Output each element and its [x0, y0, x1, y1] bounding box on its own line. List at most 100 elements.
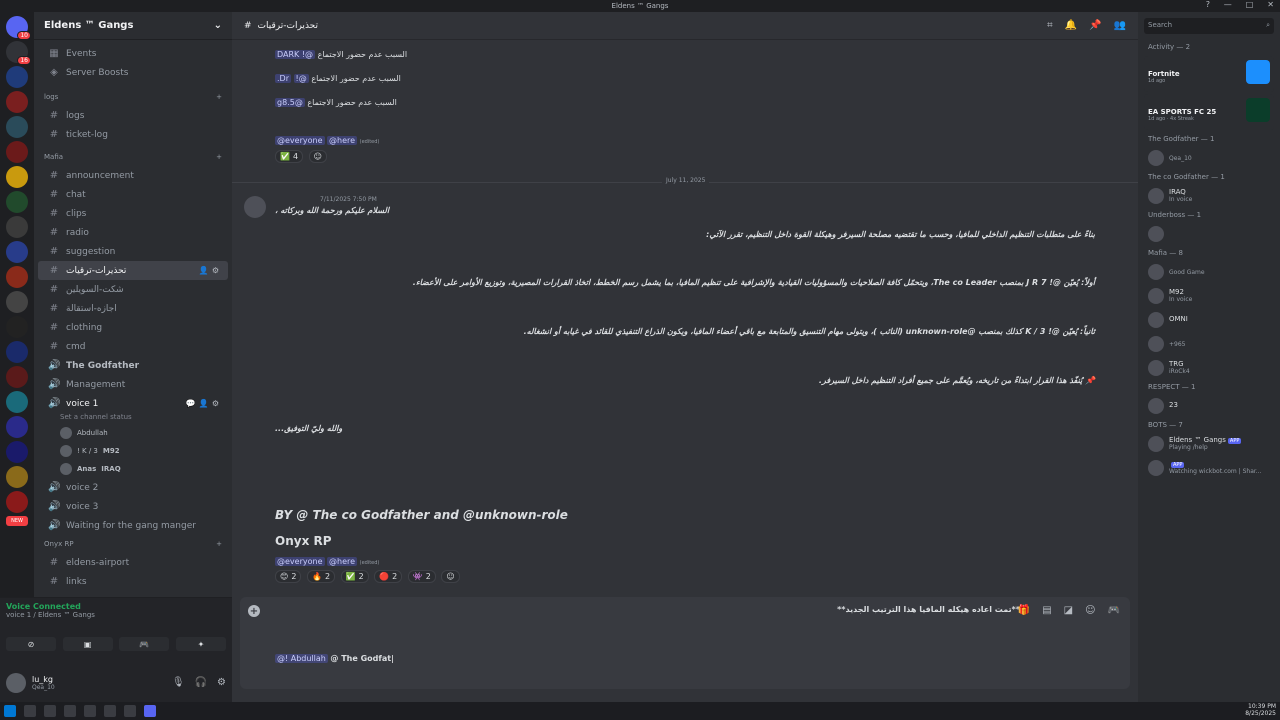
- activity-icon[interactable]: 🎮: [119, 637, 170, 651]
- channel-active[interactable]: # تحذيرات-ترقيات 👤⚙: [38, 261, 228, 280]
- voice-tools-icon[interactable]: 💬👤⚙: [186, 399, 222, 408]
- screen-share-icon[interactable]: ▣: [62, 637, 113, 651]
- category-logs[interactable]: logs +: [34, 88, 232, 106]
- channel-clothing[interactable]: # clothing: [38, 318, 228, 337]
- channel-logs[interactable]: # logs: [38, 106, 228, 125]
- avatar[interactable]: [6, 672, 26, 693]
- voice-management[interactable]: 🔊 Management: [38, 375, 228, 394]
- server-icon[interactable]: [6, 91, 28, 113]
- category-onyx[interactable]: Onyx RP +: [34, 535, 232, 553]
- channel-clips[interactable]: # clips: [38, 204, 228, 223]
- reaction[interactable]: 👾 2: [407, 570, 436, 583]
- server-icon[interactable]: [6, 441, 28, 463]
- start-icon[interactable]: [4, 705, 16, 717]
- channel-cmd[interactable]: # cmd: [38, 337, 228, 356]
- threads-icon[interactable]: ⌗: [1047, 20, 1053, 31]
- activity-card[interactable]: EA SPORTS FC 25 1d ago · 4x Streak: [1144, 94, 1274, 130]
- plus-icon[interactable]: +: [248, 605, 260, 617]
- voice-waiting[interactable]: 🔊 Waiting for the gang manger: [38, 516, 228, 535]
- emoji-icon[interactable]: ☺: [1085, 605, 1095, 616]
- everyone-mention[interactable]: @everyone: [275, 557, 325, 566]
- mention[interactable]: @! Abdullah: [275, 654, 328, 663]
- server-icon[interactable]: [6, 241, 28, 263]
- events-item[interactable]: ▦ Events: [38, 44, 228, 63]
- maximize-icon[interactable]: □: [1246, 0, 1254, 9]
- microphone-icon[interactable]: 🎙: [172, 677, 185, 688]
- channel-item[interactable]: # اجازه-استقالة: [38, 299, 228, 318]
- voice-user[interactable]: Abdullah: [34, 424, 232, 442]
- server-icon[interactable]: [6, 116, 28, 138]
- channel-status[interactable]: Set a channel status: [34, 413, 232, 424]
- taskbar-app-icon[interactable]: [64, 705, 76, 717]
- search-input[interactable]: Search ⌕: [1144, 18, 1274, 34]
- gear-icon[interactable]: ⚙: [217, 677, 226, 688]
- reaction[interactable]: ✅ 2: [340, 570, 369, 583]
- server-icon[interactable]: [6, 316, 28, 338]
- bot-item[interactable]: APP Watching wickbot.com | Shar...: [1138, 456, 1280, 480]
- headphones-icon[interactable]: 🎧: [195, 677, 207, 688]
- member-item[interactable]: TRG iRoCk4: [1138, 356, 1280, 380]
- mention[interactable]: @! DARK: [275, 50, 316, 59]
- member-item[interactable]: 23: [1138, 394, 1280, 418]
- taskbar-app-icon[interactable]: [104, 705, 116, 717]
- here-mention[interactable]: @here: [327, 136, 358, 145]
- server-icon[interactable]: [6, 191, 28, 213]
- channel-airport[interactable]: # eldens-airport: [38, 553, 228, 572]
- add-channel-icon[interactable]: +: [216, 540, 222, 548]
- minimize-icon[interactable]: —: [1224, 0, 1232, 9]
- server-icon[interactable]: [6, 216, 28, 238]
- soundboard-icon[interactable]: ✦: [175, 637, 226, 651]
- member-item[interactable]: [1138, 222, 1280, 246]
- channel-radio[interactable]: # radio: [38, 223, 228, 242]
- server-icon[interactable]: [6, 291, 28, 313]
- add-reaction-icon[interactable]: ☺: [308, 150, 327, 163]
- taskbar-app-icon[interactable]: [24, 705, 36, 717]
- voice-user[interactable]: ! K / 3 M92: [34, 442, 232, 460]
- member-item[interactable]: +965: [1138, 332, 1280, 356]
- server-icon[interactable]: [6, 66, 28, 88]
- add-channel-icon[interactable]: +: [216, 153, 222, 161]
- server-icon[interactable]: [6, 466, 28, 488]
- apps-icon[interactable]: 🎮: [1108, 605, 1120, 616]
- add-channel-icon[interactable]: +: [216, 93, 222, 101]
- members-icon[interactable]: 👥: [1114, 20, 1126, 31]
- voice-godfather[interactable]: 🔊 The Godfather: [38, 356, 228, 375]
- server-icon[interactable]: [6, 141, 28, 163]
- member-item[interactable]: OMNI: [1138, 308, 1280, 332]
- server-header[interactable]: Eldens ™ Gangs ⌄: [34, 12, 232, 40]
- voice-1[interactable]: 🔊 voice 1 💬👤⚙: [38, 394, 228, 413]
- voice-user[interactable]: Anas IRAQ: [34, 460, 232, 478]
- add-reaction-icon[interactable]: ☺: [441, 570, 460, 583]
- category-mafia[interactable]: Mafia +: [34, 148, 232, 166]
- taskbar-app-icon[interactable]: [84, 705, 96, 717]
- message-composer[interactable]: + **تمت اعاده هيكله المافيا هذا الترتيب …: [240, 597, 1130, 689]
- server-icon[interactable]: 16: [6, 41, 31, 65]
- channel-chat[interactable]: # chat: [38, 185, 228, 204]
- channel-settings-icon[interactable]: 👤⚙: [199, 266, 222, 275]
- mention[interactable]: @!: [293, 74, 309, 83]
- taskbar-app-icon[interactable]: [124, 705, 136, 717]
- here-mention[interactable]: @here: [327, 557, 358, 566]
- server-icon[interactable]: [6, 416, 28, 438]
- server-icon[interactable]: [6, 491, 28, 513]
- avatar[interactable]: [244, 196, 266, 218]
- voice-3[interactable]: 🔊 voice 3: [38, 497, 228, 516]
- sticker-icon[interactable]: ◪: [1064, 605, 1073, 616]
- channel-announcement[interactable]: # announcement: [38, 166, 228, 185]
- channel-links[interactable]: # links: [38, 572, 228, 591]
- video-off-icon[interactable]: ⊘: [6, 637, 56, 651]
- pin-icon[interactable]: 📌: [1089, 20, 1101, 31]
- member-item[interactable]: Qea_10: [1138, 146, 1280, 170]
- reaction[interactable]: 😊 2: [275, 570, 302, 583]
- server-icon[interactable]: [6, 391, 28, 413]
- clock[interactable]: 10:39 PM 8/25/2025: [1245, 704, 1276, 717]
- member-item[interactable]: IRAQ In voice: [1138, 184, 1280, 208]
- activity-card[interactable]: Fortnite 1d ago: [1144, 56, 1274, 92]
- member-item[interactable]: M92 In voice: [1138, 284, 1280, 308]
- mention[interactable]: @g8.5: [275, 98, 305, 107]
- everyone-mention[interactable]: @everyone: [275, 136, 325, 145]
- voice-server-label[interactable]: voice 1 / Eldens ™ Gangs: [6, 611, 226, 619]
- channel-ticket-log[interactable]: # ticket-log: [38, 125, 228, 144]
- gif-icon[interactable]: ▤: [1042, 605, 1051, 616]
- channel-item[interactable]: # شكت-السويلين: [38, 280, 228, 299]
